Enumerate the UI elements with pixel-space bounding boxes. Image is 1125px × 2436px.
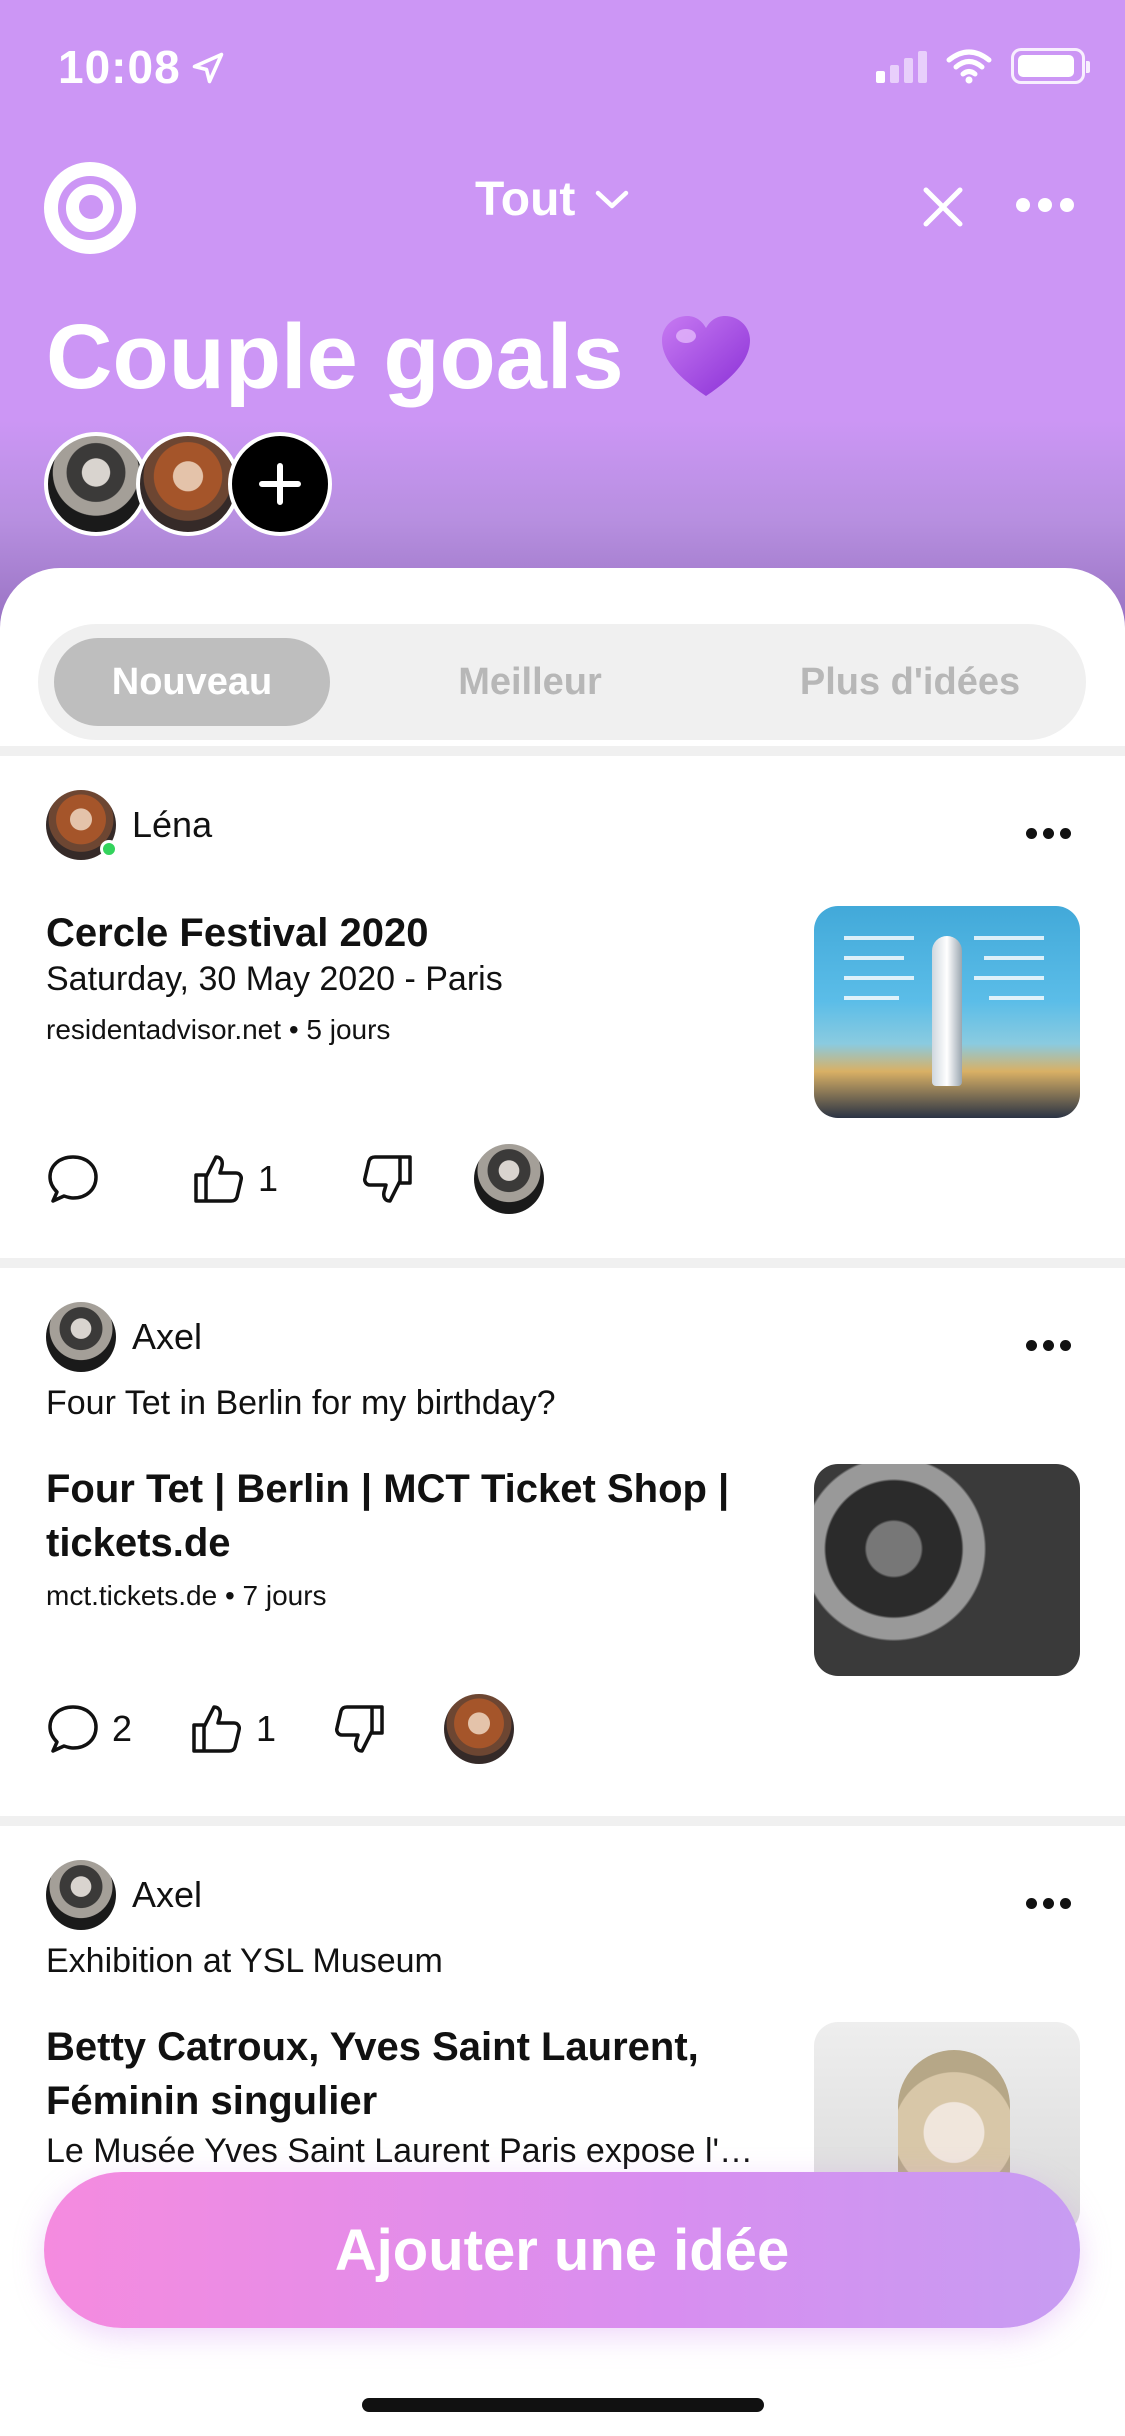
post-card[interactable]: Axel Exhibition at YSL Museum Betty Catr… [0,1826,1125,2436]
post-actions: 2 1 [46,1694,515,1764]
dislike-button[interactable] [360,1151,416,1207]
like-button[interactable]: 1 [190,1151,278,1207]
filter-dropdown[interactable]: Tout [475,172,629,227]
wifi-icon [946,49,992,84]
post-author: Axel [46,1302,202,1372]
like-count: 1 [258,1158,279,1199]
location-arrow-icon [192,52,224,84]
post-card[interactable]: Léna Cercle Festival 2020 Saturday, 30 M… [0,756,1125,1256]
post-more-icon[interactable] [1026,1898,1071,1909]
tab-plus-idees[interactable]: Plus d'idées [750,638,1070,726]
divider [0,746,1125,756]
member-avatar[interactable] [44,432,148,536]
comment-count: 2 [112,1708,133,1749]
comment-icon [48,1155,98,1203]
tab-meilleur[interactable]: Meilleur [410,638,650,726]
status-bar: 10:08 [0,0,1125,130]
plus-icon [259,463,301,505]
online-status-indicator [100,840,118,858]
member-avatar[interactable] [136,432,240,536]
link-title[interactable]: Four Tet | Berlin | MCT Ticket Shop | ti… [46,1462,796,1570]
content-sheet: Nouveau Meilleur Plus d'idées Léna Cercl… [0,568,1125,2436]
post-card[interactable]: Axel Four Tet in Berlin for my birthday?… [0,1268,1125,1816]
divider [0,1816,1125,1826]
battery-icon [1011,48,1090,84]
thumbs-down-icon [363,1155,412,1203]
post-more-icon[interactable] [1026,1340,1071,1351]
author-avatar[interactable] [46,790,118,860]
liker-avatar[interactable] [474,1144,545,1214]
post-author: Léna [46,790,212,860]
link-title[interactable]: Cercle Festival 2020 [46,906,796,960]
app: 10:08 Tout Couple goals Nouveau Meilleur… [0,0,1125,2436]
board-header: 10:08 Tout Couple goals [0,0,1125,640]
add-idea-button[interactable]: Ajouter une idée [44,2172,1080,2328]
add-idea-label: Ajouter une idée [334,2217,790,2283]
thumbs-up-icon [192,1705,242,1753]
app-logo-button[interactable] [44,162,136,254]
link-title[interactable]: Betty Catroux, Yves Saint Laurent, Fémin… [46,2020,796,2128]
status-indicators [876,48,1090,84]
link-thumbnail[interactable] [814,906,1080,1118]
author-name: Axel [132,1316,203,1357]
tab-nouveau[interactable]: Nouveau [54,638,330,726]
post-comment: Four Tet in Berlin for my birthday? [46,1384,556,1422]
board-title: Couple goals [46,305,752,410]
post-actions: 1 [46,1144,545,1214]
author-name: Léna [132,804,213,845]
liker-avatar[interactable] [444,1694,515,1764]
thumbs-down-icon [335,1705,384,1753]
link-meta: residentadvisor.net • 5 jours [46,1014,391,1045]
link-meta: mct.tickets.de • 7 jours [46,1580,327,1611]
post-comment: Exhibition at YSL Museum [46,1942,443,1980]
link-thumbnail[interactable] [814,1464,1080,1676]
link-description: Saturday, 30 May 2020 - Paris [46,960,503,998]
author-avatar[interactable] [46,1860,116,1930]
home-indicator[interactable] [362,2398,764,2412]
comment-button[interactable]: 2 [46,1703,132,1755]
filter-label: Tout [475,173,576,226]
status-time: 10:08 [58,41,181,93]
like-count: 1 [256,1708,277,1749]
author-name: Axel [132,1874,203,1915]
sort-tabs: Nouveau Meilleur Plus d'idées [38,624,1086,740]
thumbs-up-icon [194,1155,243,1203]
purple-heart-icon [661,315,750,396]
post-author: Axel [46,1860,202,1930]
more-options-icon[interactable] [1016,198,1074,212]
comment-button[interactable] [46,1153,100,1205]
add-member-button[interactable] [228,432,332,536]
top-nav: Tout [0,150,1125,260]
author-avatar[interactable] [46,1302,116,1372]
link-description: Le Musée Yves Saint Laurent Paris expose… [46,2132,754,2170]
chevron-down-icon [596,190,629,208]
board-title-text: Couple goals [46,306,624,408]
divider [0,1258,1125,1268]
comment-icon [48,1705,98,1753]
board-members [44,432,344,538]
like-button[interactable]: 1 [188,1701,276,1757]
dislike-button[interactable] [332,1701,388,1757]
cellular-signal-icon [876,49,927,83]
post-more-icon[interactable] [1026,828,1071,839]
close-icon[interactable] [918,182,968,232]
